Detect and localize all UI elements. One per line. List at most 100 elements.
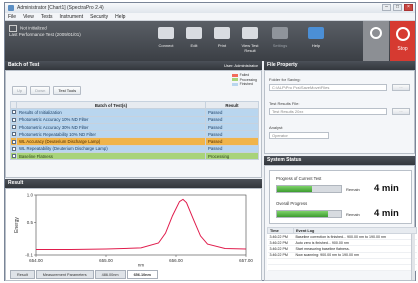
tab-486nm[interactable]: 486.00nm xyxy=(94,270,126,279)
current-test-progress-fill xyxy=(277,186,313,192)
menu-tests[interactable]: Tests xyxy=(41,14,53,20)
col-batch-of-tests: Batch of Test(s) xyxy=(16,100,206,110)
current-test-progress-bar xyxy=(276,185,342,193)
connect-button[interactable]: Connect xyxy=(153,25,179,59)
test-result: Passed xyxy=(205,115,259,124)
folder-browse-button[interactable]: ... xyxy=(392,84,410,91)
folder-field[interactable]: C:\ALP\Pro Pcs\SaveMove\Files xyxy=(269,84,387,91)
table-row[interactable]: Results of Initialization Passed xyxy=(10,108,259,117)
event-log-scrollbar[interactable] xyxy=(411,234,415,280)
legend-processing: Processing xyxy=(239,77,257,82)
close-button[interactable]: × xyxy=(404,4,413,11)
edit-label: Edit xyxy=(190,43,198,48)
checkbox[interactable] xyxy=(11,117,16,122)
current-remain-label: Remain xyxy=(346,187,360,192)
settings-button[interactable]: Settings xyxy=(267,25,293,59)
event-log-table: Time Event Log 3:46:22 PM Baseline correc… xyxy=(267,227,417,272)
analyst-field[interactable]: Operator xyxy=(269,132,329,139)
batch-panel: Failed Processing Finished Up Down Test … xyxy=(5,70,262,178)
print-button[interactable]: Print xyxy=(209,25,235,59)
test-result: Passed xyxy=(205,130,259,139)
move-down-button[interactable]: Down xyxy=(30,86,51,95)
pause-icon xyxy=(370,27,382,39)
checkbox[interactable] xyxy=(11,154,16,159)
overall-progress-fill xyxy=(277,211,329,217)
table-row[interactable]: WL Repeatability (Deuterium Discharge La… xyxy=(10,144,259,154)
result-panel-header: Result xyxy=(5,179,262,188)
gear-icon xyxy=(272,27,288,39)
file-property-header: File Property xyxy=(264,61,415,70)
test-result: Passed xyxy=(205,108,259,117)
legend-finished: Finished xyxy=(239,82,253,86)
test-name: WL Accuracy (Deuterium Discharge Lamp) xyxy=(16,137,206,146)
legend-swatch-processing xyxy=(231,78,238,82)
y-axis-label: Energy xyxy=(14,217,20,233)
overall-progress-bar xyxy=(276,210,342,218)
test-file-field[interactable]: Test Results 20xx xyxy=(269,108,387,115)
test-name: Baseline Flatness xyxy=(16,152,206,161)
checkbox[interactable] xyxy=(11,139,16,144)
settings-label: Settings xyxy=(272,43,288,48)
table-row[interactable]: WL Accuracy (Deuterium Discharge Lamp) P… xyxy=(10,137,259,146)
maximize-button[interactable]: □ xyxy=(393,4,402,11)
test-name: Photometric Accuracy 10% ND Filter xyxy=(16,115,206,124)
power-icon xyxy=(395,27,410,41)
table-row[interactable]: Photometric Accuracy 10% ND Filter Passe… xyxy=(10,115,259,124)
x-axis-label: nm xyxy=(138,263,145,268)
window-title: Administrator [Chart1] (SpectraPro 2.4) xyxy=(17,5,104,11)
test-result: Processing xyxy=(205,152,259,161)
checkbox[interactable] xyxy=(11,125,16,130)
legend-swatch-finished xyxy=(231,82,238,86)
table-row[interactable]: Baseline Flatness Processing xyxy=(10,152,259,161)
overall-remain-time: 4 min xyxy=(374,208,399,219)
log-event xyxy=(293,264,417,272)
menu-view[interactable]: View xyxy=(23,14,34,20)
instrument-status-line2: Last Performance Test (2009/01/01) xyxy=(9,32,81,37)
instrument-icon xyxy=(158,27,174,39)
app-icon xyxy=(8,5,14,11)
help-label: Help xyxy=(311,43,321,48)
legend-swatch-failed xyxy=(231,73,238,77)
x-tick-label: 654.00 xyxy=(29,258,43,263)
view-test-result-button[interactable]: View Test Result xyxy=(237,25,263,59)
table-row[interactable]: Photometric Repeatability 10% ND Filter … xyxy=(10,130,259,139)
file-property-title: File Property xyxy=(267,62,298,68)
overall-remain-label: Remain xyxy=(346,212,360,217)
status-legend: Failed Processing Finished xyxy=(231,73,257,87)
tab-656nm[interactable]: 656.10nm xyxy=(126,270,158,279)
batch-panel-title: Batch of Test xyxy=(8,62,40,68)
checkbox[interactable] xyxy=(11,132,16,137)
batch-table: Batch of Test(s) Result Results of Initi… xyxy=(10,100,259,161)
title-bar: Administrator [Chart1] (SpectraPro 2.4) … xyxy=(5,3,415,13)
menu-instrument[interactable]: Instrument xyxy=(59,14,83,20)
move-up-button[interactable]: Up xyxy=(12,86,28,95)
app-window: Administrator [Chart1] (SpectraPro 2.4) … xyxy=(4,2,417,281)
folder-label: Folder for Saving: xyxy=(269,77,301,82)
edit-button[interactable]: Edit xyxy=(181,25,207,59)
stop-label: Stop xyxy=(397,46,408,52)
menu-bar: File View Tests Instrument Security Help xyxy=(5,13,415,21)
minimize-button[interactable]: – xyxy=(382,4,391,11)
tab-measurement-parameters[interactable]: Measurement Parameters xyxy=(35,270,94,279)
printer-icon xyxy=(214,27,230,39)
col-result: Result xyxy=(205,100,259,110)
test-file-browse-button[interactable]: ... xyxy=(392,108,410,115)
pause-button[interactable] xyxy=(363,21,389,61)
result-panel-title: Result xyxy=(8,180,24,186)
y-tick-label: 0.5 xyxy=(27,220,34,225)
help-icon xyxy=(308,27,324,39)
test-name: Photometric Repeatability 10% ND Filter xyxy=(16,130,206,139)
stop-button[interactable]: Stop xyxy=(390,21,415,61)
menu-help[interactable]: Help xyxy=(115,14,125,20)
menu-file[interactable]: File xyxy=(8,14,16,20)
system-status-title: System Status xyxy=(267,157,302,163)
help-button[interactable]: Help xyxy=(303,25,329,59)
menu-security[interactable]: Security xyxy=(90,14,108,20)
table-row[interactable]: Photometric Accuracy 30% ND Filter Passe… xyxy=(10,122,259,132)
checkbox[interactable] xyxy=(11,146,16,151)
main-toolbar: Not initialized Last Performance Test (2… xyxy=(5,21,415,61)
instrument-status: Not initialized Last Performance Test (2… xyxy=(9,25,119,38)
test-tools-button[interactable]: Test Tools xyxy=(53,86,82,95)
tab-result[interactable]: Result xyxy=(10,270,35,279)
checkbox[interactable] xyxy=(11,110,16,115)
